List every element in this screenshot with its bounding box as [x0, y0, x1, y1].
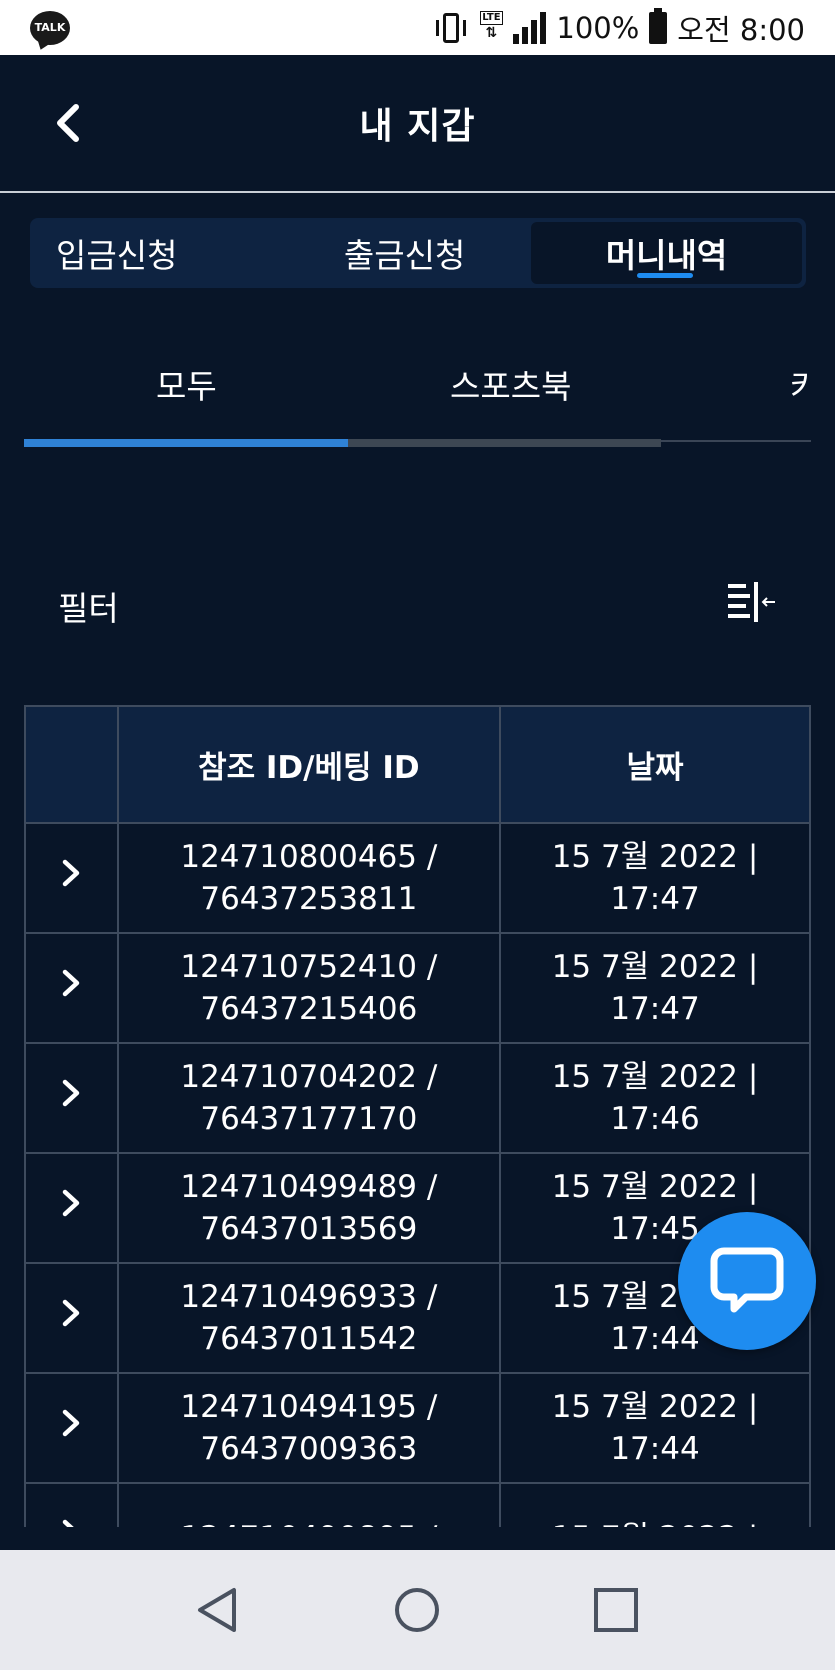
ref-id: 124710499489 / [180, 1169, 438, 1205]
table-row[interactable]: 124710494195 / 76437009363 15 7월 2022 | 17:… [24, 1372, 811, 1484]
time: 17:47 [610, 881, 700, 917]
time: 17:44 [610, 1431, 700, 1467]
chevron-left-icon [57, 104, 79, 142]
expand-cell[interactable] [24, 1042, 119, 1154]
subtab-all[interactable]: 모두 [156, 360, 217, 408]
ref-bet-id-cell: 124710496933 / 76437011542 [116, 1262, 502, 1374]
back-button[interactable] [48, 101, 88, 145]
nav-recents-icon[interactable] [591, 1585, 641, 1635]
bet-id: 76437011542 [200, 1321, 418, 1357]
date: 15 7월 2022 | [501, 1517, 809, 1527]
expand-cell[interactable] [24, 1152, 119, 1264]
date: 15 7월 2022 | [551, 949, 759, 985]
wallet-tabs: 입금신청 출금신청 머니내역 [30, 218, 806, 288]
date: 15 7월 2022 | [551, 1059, 759, 1095]
chevron-right-icon [63, 1409, 80, 1437]
header-ref-bet-id: 참조 ID/베팅 ID [116, 705, 502, 824]
subtab-casino-partial[interactable]: 카 [790, 360, 811, 408]
live-chat-button[interactable] [678, 1212, 816, 1350]
expand-cell[interactable] [24, 1482, 119, 1527]
active-tab-indicator [637, 273, 694, 278]
nav-back-icon[interactable] [194, 1585, 244, 1635]
bet-id: 76437253811 [200, 881, 418, 917]
expand-cell[interactable] [24, 1262, 119, 1374]
ref-id: 124710494195 / [180, 1389, 438, 1425]
signal-strength-icon [513, 11, 547, 44]
ref-id: 124710490895 / [119, 1517, 499, 1527]
subtab-sportsbook[interactable]: 스포츠북 [450, 360, 571, 408]
tab-label: 머니내역 [605, 236, 728, 275]
time: 17:47 [610, 991, 700, 1027]
bet-id: 76437215406 [200, 991, 418, 1027]
ref-bet-id-cell: 124710494195 / 76437009363 [116, 1372, 502, 1484]
ref-bet-id-cell: 124710490895 / [116, 1482, 502, 1527]
ref-bet-id-cell: 124710800465 / 76437253811 [116, 822, 502, 934]
ref-id: 124710704202 / [180, 1059, 438, 1095]
lte-icon: LTE ⇅ [480, 10, 503, 41]
date: 15 7월 2022 | [551, 839, 759, 875]
time: 17:46 [610, 1101, 700, 1137]
content-bottom-edge [0, 1527, 835, 1550]
table-row[interactable]: 124710800465 / 76437253811 15 7월 2022 | 17:… [24, 822, 811, 934]
date: 15 7월 2022 | [551, 1389, 759, 1425]
date-cell: 15 7월 2022 | 17:47 [499, 822, 811, 934]
battery-percent: 100% [556, 10, 640, 45]
subtab-active-indicator [24, 439, 348, 447]
table-row[interactable]: 124710704202 / 76437177170 15 7월 2022 | 17:… [24, 1042, 811, 1154]
kakaotalk-notification-icon: TALK [30, 10, 70, 45]
category-tabs: 모두 스포츠북 카 [24, 330, 811, 450]
status-bar: TALK LTE ⇅ 100% 오전 8:00 [0, 0, 835, 55]
expand-cell[interactable] [24, 932, 119, 1044]
table-row[interactable]: 124710490895 /15 7월 2022 | [24, 1482, 811, 1527]
chevron-right-icon [63, 1079, 80, 1107]
status-indicators: LTE ⇅ 100% 오전 8:00 [433, 7, 805, 49]
date-cell: 15 7월 2022 | 17:47 [499, 932, 811, 1044]
system-navigation-bar [0, 1550, 835, 1670]
clock: 오전 8:00 [677, 12, 805, 47]
tab-money-history[interactable]: 머니내역 [531, 222, 802, 284]
expand-cell[interactable] [24, 822, 119, 934]
chevron-right-icon [63, 1299, 80, 1327]
header-date: 날짜 [499, 705, 811, 824]
tab-deposit-request[interactable]: 입금신청 [34, 222, 278, 284]
money-history-table: 참조 ID/베팅 ID 날짜 124710800465 / 76437253811… [24, 705, 811, 1527]
filter-collapse-icon[interactable] [728, 582, 776, 622]
ref-id: 124710496933 / [180, 1279, 438, 1315]
bet-id: 76437177170 [200, 1101, 418, 1137]
date-cell: 15 7월 2022 | 17:46 [499, 1042, 811, 1154]
talk-badge-label: TALK [34, 21, 66, 34]
filter-label: 필터 [58, 589, 119, 628]
chevron-right-icon [63, 1519, 75, 1527]
tab-label: 출금신청 [343, 236, 466, 275]
vibrate-icon [433, 11, 469, 45]
ref-bet-id-cell: 124710704202 / 76437177170 [116, 1042, 502, 1154]
lte-label: LTE [480, 10, 503, 25]
date: 15 7월 2022 | [551, 1169, 759, 1205]
tab-withdraw-request[interactable]: 출금신청 [278, 222, 531, 284]
ref-id: 124710752410 / [180, 949, 438, 985]
bet-id: 76437013569 [200, 1211, 418, 1247]
ref-bet-id-cell: 124710499489 / 76437013569 [116, 1152, 502, 1264]
bet-id: 76437009363 [200, 1431, 418, 1467]
chat-bubble-icon [710, 1247, 784, 1313]
app-header: 내 지갑 [0, 55, 835, 193]
expand-cell[interactable] [24, 1372, 119, 1484]
chevron-right-icon [63, 1189, 80, 1217]
chevron-right-icon [63, 969, 80, 997]
header-expand [24, 705, 119, 824]
chevron-right-icon [63, 859, 80, 887]
nav-home-icon[interactable] [392, 1585, 442, 1635]
page-title: 내 지갑 [359, 106, 476, 147]
battery-icon [649, 7, 668, 44]
table-header-row: 참조 ID/베팅 ID 날짜 [24, 705, 811, 824]
date-cell: 15 7월 2022 | 17:44 [499, 1372, 811, 1484]
date-cell: 15 7월 2022 | [499, 1482, 811, 1527]
table-row[interactable]: 124710752410 / 76437215406 15 7월 2022 | 17:… [24, 932, 811, 1044]
tab-label: 입금신청 [56, 236, 178, 275]
ref-id: 124710800465 / [180, 839, 438, 875]
ref-bet-id-cell: 124710752410 / 76437215406 [116, 932, 502, 1044]
